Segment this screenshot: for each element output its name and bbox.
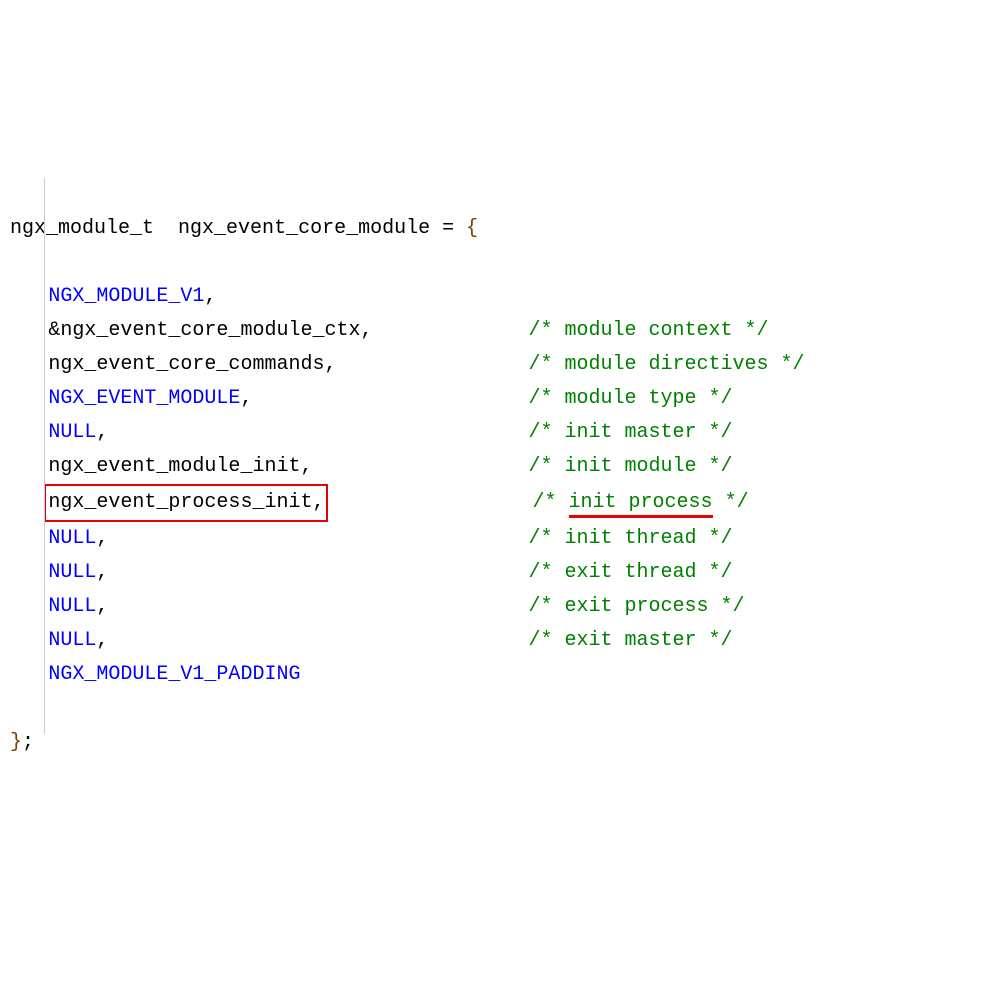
code-row: NGX_MODULE_V1_PADDING <box>10 658 981 692</box>
indent <box>10 522 48 556</box>
value-token: NULL <box>48 561 96 584</box>
comment: /* init module */ <box>529 455 733 478</box>
comment: /* exit process */ <box>529 595 745 618</box>
value-token: NULL <box>48 595 96 618</box>
code-row: NULL, /* init master */ <box>10 416 981 450</box>
comma: , <box>240 387 252 410</box>
indent <box>10 486 48 520</box>
align-space <box>336 353 528 376</box>
value-token: NGX_MODULE_V1_PADDING <box>48 663 300 686</box>
indent <box>10 590 48 624</box>
comma: , <box>204 285 216 308</box>
comment: /* module context */ <box>529 319 769 342</box>
comma: , <box>96 561 108 584</box>
code-row: ngx_event_module_init, /* init module */ <box>10 450 981 484</box>
declaration-line: ngx_module_t ngx_event_core_module = { <box>10 212 981 246</box>
close-brace: } <box>10 731 22 754</box>
code-row: NULL, /* exit process */ <box>10 590 981 624</box>
code-row: &ngx_event_core_module_ctx, /* module co… <box>10 314 981 348</box>
close-line: }; <box>10 726 981 760</box>
comma: , <box>96 527 108 550</box>
value-token: NGX_EVENT_MODULE <box>48 387 240 410</box>
value-token: ngx_event_process_init <box>48 491 312 514</box>
indent <box>10 314 48 348</box>
type-name: ngx_module_t <box>10 217 154 240</box>
align-space <box>328 491 532 514</box>
comma: , <box>324 353 336 376</box>
code-row: NGX_EVENT_MODULE, /* module type */ <box>10 382 981 416</box>
indent <box>10 348 48 382</box>
align-space <box>108 561 528 584</box>
value-token: NULL <box>48 421 96 444</box>
align-space <box>108 421 528 444</box>
code-row: ngx_event_core_commands, /* module direc… <box>10 348 981 382</box>
spacer <box>154 217 178 240</box>
var-name: ngx_event_core_module <box>178 217 430 240</box>
code-block: ngx_module_t ngx_event_core_module = { N… <box>10 144 981 794</box>
indent <box>10 658 48 692</box>
value-token: NULL <box>48 527 96 550</box>
comment: /* init master */ <box>529 421 733 444</box>
open-brace: { <box>466 217 478 240</box>
align-space <box>108 527 528 550</box>
align-space <box>312 455 528 478</box>
indent <box>10 556 48 590</box>
comment: /* exit thread */ <box>529 561 733 584</box>
comment: /* init thread */ <box>529 527 733 550</box>
align-space <box>252 387 528 410</box>
comma: , <box>96 421 108 444</box>
comma: , <box>96 595 108 618</box>
indent <box>10 624 48 658</box>
value-token: ngx_event_core_commands <box>48 353 324 376</box>
value-token: ngx_event_module_init <box>48 455 300 478</box>
align-space <box>108 629 528 652</box>
comment: /* exit master */ <box>529 629 733 652</box>
comma: , <box>312 491 324 514</box>
equals: = <box>430 217 466 240</box>
value-token: &ngx_event_core_module_ctx <box>48 319 360 342</box>
comment: /* <box>533 491 569 514</box>
semicolon: ; <box>22 731 34 754</box>
code-row: NGX_MODULE_V1, <box>10 280 981 314</box>
comma: , <box>96 629 108 652</box>
indent <box>10 280 48 314</box>
value-token: NULL <box>48 629 96 652</box>
code-row: NULL, /* init thread */ <box>10 522 981 556</box>
indent <box>10 382 48 416</box>
indent <box>10 450 48 484</box>
code-row: NULL, /* exit master */ <box>10 624 981 658</box>
value-token: NGX_MODULE_V1 <box>48 285 204 308</box>
comment: /* module type */ <box>529 387 733 410</box>
initializer-rows: NGX_MODULE_V1, &ngx_event_core_module_ct… <box>10 280 981 692</box>
code-row: ngx_event_process_init, /* init process … <box>10 484 981 522</box>
comment: /* module directives */ <box>529 353 805 376</box>
align-space <box>372 319 528 342</box>
comma: , <box>360 319 372 342</box>
comma: , <box>300 455 312 478</box>
indent <box>10 416 48 450</box>
code-row: NULL, /* exit thread */ <box>10 556 981 590</box>
comment-highlight: init process <box>569 491 713 518</box>
highlight-box: ngx_event_process_init, <box>44 484 328 522</box>
comment: */ <box>713 491 749 514</box>
align-space <box>108 595 528 618</box>
indent-guide <box>44 178 45 734</box>
